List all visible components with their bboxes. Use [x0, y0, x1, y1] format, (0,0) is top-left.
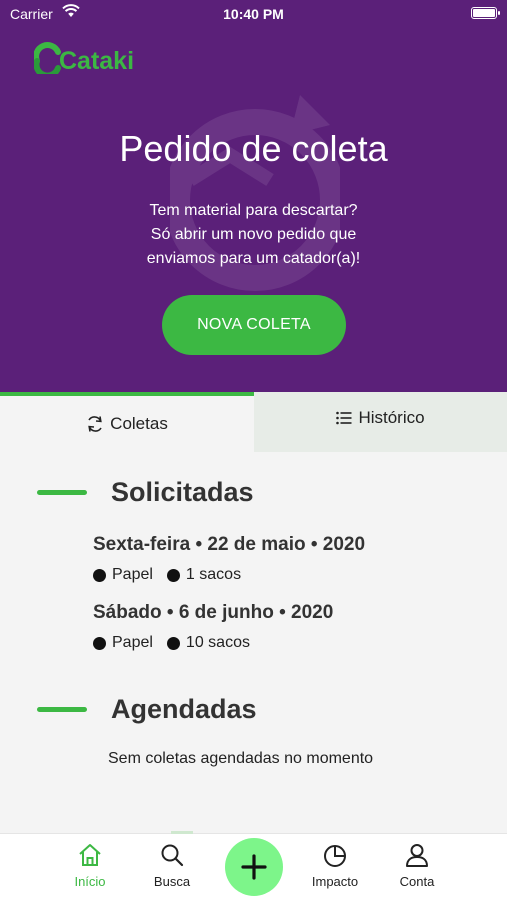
section-accent-bar — [37, 490, 87, 495]
nav-label: Busca — [153, 874, 191, 889]
request-quantity: 10 sacos — [185, 634, 250, 651]
nav-label: Impacto — [311, 874, 359, 889]
search-icon — [161, 844, 184, 867]
user-icon — [406, 844, 428, 867]
logo-text: Cataki — [59, 47, 134, 74]
bottom-navigation: Início Busca Impacto Conta — [0, 831, 507, 900]
bullet-icon — [93, 636, 106, 650]
request-material: Papel — [112, 634, 153, 651]
battery-icon — [471, 7, 500, 19]
bullet-icon — [166, 636, 180, 650]
request-date: Sábado • 6 de junho • 2020 — [93, 602, 334, 623]
section-accent-bar — [37, 707, 87, 712]
tab-label: Histórico — [358, 408, 425, 427]
home-icon — [79, 844, 101, 866]
nav-impacto[interactable]: Impacto — [300, 842, 370, 889]
add-collection-button[interactable] — [225, 838, 283, 896]
scroll-indicator — [171, 831, 193, 834]
request-quantity: 1 sacos — [185, 566, 242, 583]
collection-request-item[interactable]: Sexta-feira • 22 de maio • 2020 Papel 1 … — [93, 534, 365, 584]
refresh-icon — [88, 416, 102, 432]
nav-label: Início — [74, 874, 106, 889]
list-icon — [336, 411, 352, 425]
new-collection-button[interactable]: NOVA COLETA — [162, 295, 346, 355]
nav-conta[interactable]: Conta — [382, 842, 452, 889]
plus-icon — [241, 854, 267, 880]
bullet-icon — [166, 568, 180, 582]
pie-chart-icon — [324, 845, 346, 867]
nav-inicio[interactable]: Início — [55, 842, 125, 889]
tab-bar: Coletas Histórico — [0, 392, 507, 452]
tab-label: Coletas — [110, 414, 168, 433]
collection-request-item[interactable]: Sábado • 6 de junho • 2020 Papel 10 saco… — [93, 602, 333, 652]
hero-description: Tem material para descartar? Só abrir um… — [146, 202, 361, 267]
clock: 10:40 PM — [223, 6, 284, 22]
section-title: Agendadas — [111, 694, 257, 724]
header: Carrier 10:40 PM Cataki Pedido de coleta… — [0, 0, 507, 392]
nav-busca[interactable]: Busca — [137, 842, 207, 889]
bullet-icon — [93, 568, 106, 582]
status-bar: Carrier 10:40 PM — [0, 0, 507, 28]
request-date: Sexta-feira • 22 de maio • 2020 — [93, 534, 366, 555]
request-material: Papel — [112, 566, 153, 583]
tab-coletas[interactable]: Coletas — [0, 392, 254, 452]
empty-state-text: Sem coletas agendadas no momento — [108, 750, 374, 767]
cataki-logo: Cataki — [34, 42, 134, 74]
nav-label: Conta — [399, 874, 435, 889]
page-title: Pedido de coleta — [119, 128, 388, 169]
tab-historico[interactable]: Histórico — [254, 392, 507, 452]
section-agendadas: Agendadas — [37, 694, 257, 725]
section-solicitadas: Solicitadas — [37, 477, 254, 508]
section-title: Solicitadas — [111, 477, 254, 507]
